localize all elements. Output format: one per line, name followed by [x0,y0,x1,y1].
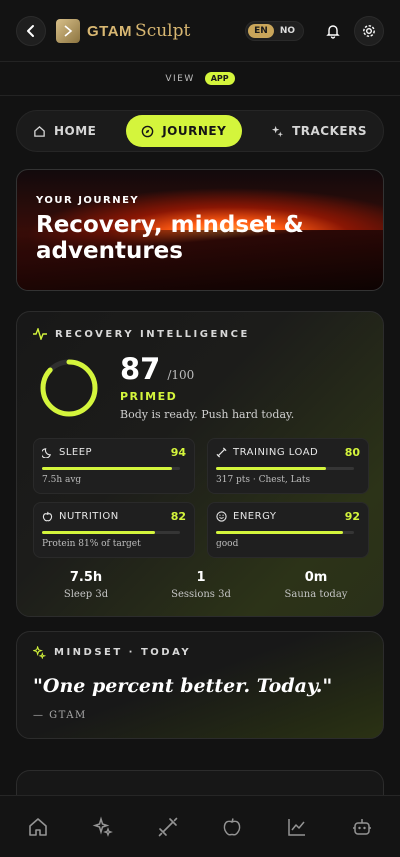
brand-bold: GTAM [87,22,133,40]
tab-trackers[interactable]: TRACKERS [259,115,379,147]
metric-sleep-label: SLEEP [59,447,93,458]
lang-en[interactable]: EN [248,23,274,38]
nav-progress[interactable] [277,807,317,847]
moon-icon [42,448,52,458]
tab-home[interactable]: HOME [21,115,108,147]
recovery-title-text: RECOVERY INTELLIGENCE [55,328,250,340]
home-icon [29,817,48,836]
robot-icon [352,818,371,835]
sparkles-icon [92,815,113,837]
back-icon [27,24,34,37]
tab-trackers-label: TRACKERS [292,124,367,138]
apple-icon [224,817,241,836]
metric-nutrition-label: NUTRITION [59,511,119,522]
recovery-section-title: RECOVERY INTELLIGENCE [33,328,250,340]
dumbbell-icon [158,817,177,836]
metric-training-sub: 317 pts · Chest, Lats [216,475,311,485]
dumbbell-icon [216,447,227,458]
metric-training-label: TRAINING LOAD [233,447,319,458]
tab-journey[interactable]: JOURNEY [125,115,242,147]
recovery-note: Body is ready. Push hard today. [120,408,295,421]
chart-icon [288,818,305,836]
logo [56,18,80,43]
stat-sessions-label: Sessions 3d [171,589,231,600]
metric-sleep-value: 94 [170,446,186,459]
nav-home[interactable] [18,807,58,847]
hero-title: Recovery, mindset & adventures [36,212,304,264]
notifications-button[interactable] [318,16,348,46]
stat-sleep-label: Sleep 3d [63,589,109,600]
mindset-title-text: MINDSET · TODAY [54,647,192,658]
recovery-score-ring [40,359,98,417]
back-button[interactable] [16,15,46,46]
stat-sessions: 1 Sessions 3d [146,570,256,600]
bottom-nav [0,795,400,857]
metric-nutrition-sub: Protein 81% of target [42,539,141,549]
metric-training-load[interactable]: TRAINING LOAD 80 317 pts · Chest, Lats [207,438,369,494]
brand-name: GTAM Sculpt [87,21,190,41]
lang-no[interactable]: NO [280,26,295,36]
mindset-card: MINDSET · TODAY "One percent better. Tod… [16,631,384,739]
metric-sleep[interactable]: SLEEP 94 7.5h avg [33,438,195,494]
brand-script: Sculpt [135,20,191,41]
nav-coach[interactable] [342,807,382,847]
apple-icon [42,511,53,522]
home-icon [34,125,45,137]
metric-training-bar [216,467,354,470]
compass-icon [141,125,154,137]
view-label: VIEW [165,73,195,84]
stat-sauna-value: 0m [304,570,328,585]
stat-sleep-value: 7.5h [69,570,103,585]
mindset-quote: "One percent better. Today." [33,675,333,697]
metric-nutrition-value: 82 [170,510,186,523]
view-mode-badge[interactable]: APP [204,72,235,85]
bell-icon [326,24,340,39]
nav-workouts[interactable] [148,807,188,847]
metric-energy-bar [216,531,354,534]
nav-sparkles[interactable] [83,807,123,847]
stat-sleep: 7.5h Sleep 3d [31,570,141,600]
nav-nutrition[interactable] [212,807,252,847]
metric-energy-value: 92 [344,510,360,523]
language-toggle[interactable]: EN NO [245,20,304,41]
main-tabs: HOME JOURNEY TRACKERS [16,110,384,152]
settings-button[interactable] [354,15,384,46]
hero-kicker: YOUR JOURNEY [36,195,140,206]
metric-nutrition[interactable]: NUTRITION 82 Protein 81% of target [33,502,195,558]
metric-energy-sub: good [216,539,239,549]
mindset-section-title: MINDSET · TODAY [33,646,191,659]
tab-home-label: HOME [54,124,97,138]
recovery-score-max: /100 [167,368,195,382]
view-mode-row: VIEW APP [0,62,400,96]
metric-energy-label: ENERGY [233,511,277,522]
settings-icon [363,24,375,37]
metric-sleep-sub: 7.5h avg [42,475,82,485]
smile-icon [216,511,227,522]
tracker-icon [272,125,284,137]
metric-nutrition-bar [42,531,180,534]
sparkles-icon [33,646,46,659]
mindset-author: — GTAM [33,710,87,721]
recovery-score-value: 87 [120,352,161,386]
stat-sauna-label: Sauna today [284,589,348,600]
journey-hero-banner: YOUR JOURNEY Recovery, mindset & adventu… [16,169,384,291]
metric-energy[interactable]: ENERGY 92 good [207,502,369,558]
metric-training-value: 80 [344,446,360,459]
recovery-score: 87 /100 [120,352,194,386]
metric-sleep-bar [42,467,180,470]
stat-sessions-value: 1 [196,570,206,585]
recovery-state: PRIMED [120,390,178,403]
pulse-icon [33,328,47,340]
tab-journey-label: JOURNEY [162,124,227,138]
recovery-intelligence-card: RECOVERY INTELLIGENCE 87 /100 PRIMED Bod… [16,311,384,617]
stat-sauna: 0m Sauna today [261,570,371,600]
top-bar: GTAM Sculpt EN NO [0,0,400,62]
